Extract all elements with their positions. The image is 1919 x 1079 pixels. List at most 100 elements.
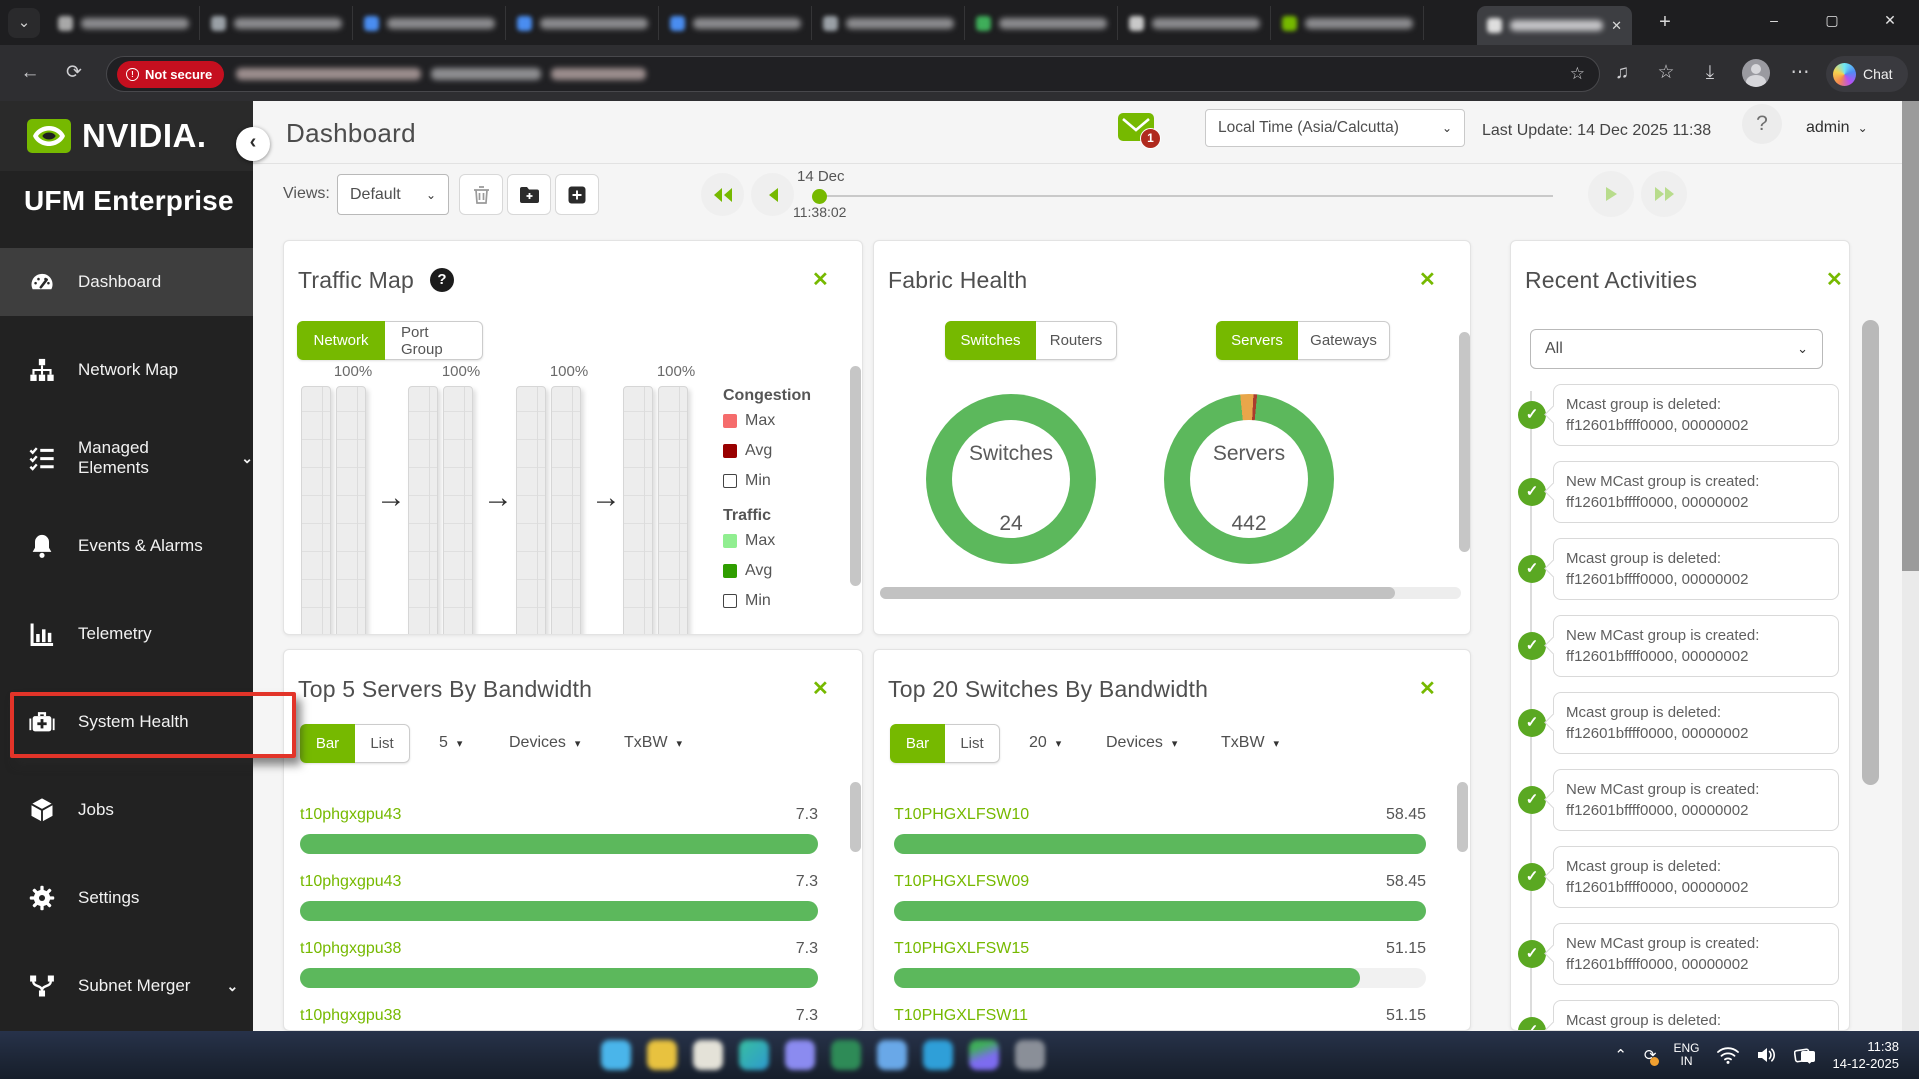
panel-scrollbar[interactable] — [850, 366, 861, 586]
close-panel-icon[interactable]: ✕ — [1826, 267, 1843, 292]
activity-item[interactable]: ✓ Mcast group is deleted: ff12601bffff00… — [1511, 692, 1850, 754]
help-button[interactable]: ? — [1742, 104, 1782, 144]
volume-icon[interactable] — [1756, 1046, 1777, 1064]
sync-icon[interactable]: ⟳ — [1644, 1046, 1657, 1064]
copilot-chat-button[interactable]: Chat — [1826, 56, 1908, 92]
panel-scrollbar[interactable] — [1459, 332, 1470, 552]
taskbar-app-icon[interactable] — [969, 1040, 999, 1070]
tray-expand-icon[interactable]: ⌃ — [1614, 1046, 1627, 1064]
taskbar-app-icon[interactable] — [693, 1040, 723, 1070]
legend-item[interactable]: Max — [723, 412, 775, 430]
sidebar-item-network-map[interactable]: Network Map — [0, 336, 253, 404]
tab-gateways[interactable]: Gateways — [1298, 321, 1390, 360]
traffic-bar[interactable] — [301, 386, 331, 635]
tab-servers[interactable]: Servers — [1216, 321, 1298, 360]
panel-hscroll-thumb[interactable] — [880, 587, 1395, 599]
not-secure-badge[interactable]: ! Not secure — [117, 61, 224, 88]
timeline-step-back-button[interactable] — [751, 173, 794, 216]
bw-row-label[interactable]: T10PHGXLFSW09 — [894, 873, 1029, 891]
timeline-play-button[interactable] — [1588, 171, 1634, 217]
activity-item[interactable]: ✓ Mcast group is deleted: ff12601bffff00… — [1511, 1000, 1850, 1031]
traffic-bar[interactable] — [516, 386, 546, 635]
legend-item[interactable]: Min — [723, 592, 771, 610]
more-menu-icon[interactable]: ⋯ — [1786, 59, 1814, 87]
taskbar-app-icon[interactable] — [739, 1040, 769, 1070]
dashboard-scrollbar[interactable] — [1862, 320, 1879, 785]
back-icon[interactable]: ← — [16, 59, 44, 87]
taskbar-app-icon[interactable] — [831, 1040, 861, 1070]
downloads-icon[interactable]: ⤓ — [1696, 59, 1724, 87]
activity-item[interactable]: ✓ New MCast group is created: ff12601bff… — [1511, 923, 1850, 985]
tab-close-icon[interactable]: ✕ — [1611, 18, 1622, 34]
tab-network[interactable]: Network — [297, 321, 385, 360]
browser-tab[interactable] — [48, 6, 200, 40]
sidebar-item-events-alarms[interactable]: Events & Alarms — [0, 512, 253, 580]
browser-tab[interactable] — [813, 6, 965, 40]
tab-switches[interactable]: Switches — [945, 321, 1036, 360]
browser-tab[interactable] — [966, 6, 1118, 40]
sidebar-item-jobs[interactable]: Jobs — [0, 776, 253, 844]
new-tab-button[interactable]: + — [1650, 10, 1680, 36]
taskbar-app-icon[interactable] — [601, 1040, 631, 1070]
tab-list[interactable]: List — [945, 724, 1000, 763]
close-panel-icon[interactable]: ✕ — [812, 267, 829, 292]
tab-bar[interactable]: Bar — [890, 724, 945, 763]
legend-item[interactable]: Avg — [723, 442, 772, 460]
bw-row-label[interactable]: t10phgxgpu43 — [300, 806, 401, 824]
window-maximize-button[interactable]: ▢ — [1803, 0, 1861, 40]
traffic-bar[interactable] — [443, 386, 473, 635]
timeline-rewind-button[interactable] — [701, 173, 744, 216]
messages-button[interactable]: 1 — [1118, 113, 1158, 143]
sidebar-item-settings[interactable]: Settings — [0, 864, 253, 932]
bw-row-label[interactable]: T10PHGXLFSW10 — [894, 806, 1029, 824]
add-widget-button[interactable] — [555, 174, 599, 215]
sidebar-item-subnet-merger[interactable]: Subnet Merger ⌄ — [0, 952, 253, 1020]
profile-avatar[interactable] — [1742, 59, 1770, 87]
legend-item[interactable]: Avg — [723, 562, 772, 580]
taskbar-app-icon[interactable] — [877, 1040, 907, 1070]
sidebar-item-managed-elements[interactable]: Managed Elements ⌄ — [0, 424, 253, 492]
bookmark-star-icon[interactable]: ☆ — [1570, 64, 1585, 84]
servers-donut-chart[interactable]: Servers 442 — [1164, 394, 1334, 564]
count-dropdown[interactable]: 20 ▾ — [1029, 734, 1061, 752]
close-panel-icon[interactable]: ✕ — [1419, 267, 1436, 292]
close-panel-icon[interactable]: ✕ — [1419, 676, 1436, 701]
switches-donut-chart[interactable]: Switches 24 — [926, 394, 1096, 564]
activity-item[interactable]: ✓ Mcast group is deleted: ff12601bffff00… — [1511, 538, 1850, 600]
sidebar-item-telemetry[interactable]: Telemetry — [0, 600, 253, 668]
activity-item[interactable]: ✓ Mcast group is deleted: ff12601bffff00… — [1511, 384, 1850, 446]
browser-scrollbar-thumb[interactable] — [1902, 101, 1919, 571]
activities-filter-select[interactable]: All ⌄ — [1530, 329, 1823, 369]
close-panel-icon[interactable]: ✕ — [812, 676, 829, 701]
tab-bar[interactable]: Bar — [300, 724, 355, 763]
type-dropdown[interactable]: Devices ▾ — [509, 734, 580, 752]
browser-tab[interactable] — [354, 6, 506, 40]
window-minimize-button[interactable]: – — [1745, 0, 1803, 40]
traffic-bar[interactable] — [408, 386, 438, 635]
browser-tab-active[interactable]: ✕ — [1477, 6, 1632, 45]
timeline-forward-button[interactable] — [1641, 171, 1687, 217]
traffic-bar[interactable] — [623, 386, 653, 635]
bw-row-label[interactable]: t10phgxgpu38 — [300, 1007, 401, 1025]
delete-view-button[interactable] — [459, 174, 503, 215]
browser-tab[interactable] — [1272, 6, 1424, 40]
tab-search-chevron-icon[interactable]: ⌄ — [8, 8, 40, 38]
url-bar[interactable]: ! Not secure ☆ — [106, 56, 1600, 92]
onedrive-photos-icon[interactable] — [1794, 1046, 1816, 1065]
traffic-bar[interactable] — [658, 386, 688, 635]
legend-item[interactable]: Max — [723, 532, 775, 550]
taskbar-app-icon[interactable] — [647, 1040, 677, 1070]
sidebar-collapse-button[interactable]: ‹ — [236, 127, 270, 161]
legend-item[interactable]: Min — [723, 472, 771, 490]
save-view-button[interactable] — [507, 174, 551, 215]
bw-row-label[interactable]: T10PHGXLFSW15 — [894, 940, 1029, 958]
browser-scrollbar[interactable] — [1902, 101, 1919, 1031]
activity-item[interactable]: ✓ New MCast group is created: ff12601bff… — [1511, 769, 1850, 831]
activity-item[interactable]: ✓ New MCast group is created: ff12601bff… — [1511, 615, 1850, 677]
panel-scrollbar[interactable] — [850, 782, 861, 852]
language-indicator[interactable]: ENGIN — [1673, 1042, 1699, 1068]
timezone-select[interactable]: Local Time (Asia/Calcutta) ⌄ — [1205, 109, 1465, 147]
taskbar-app-icon[interactable] — [1015, 1040, 1045, 1070]
activity-item[interactable]: ✓ Mcast group is deleted: ff12601bffff00… — [1511, 846, 1850, 908]
traffic-bar[interactable] — [336, 386, 366, 635]
